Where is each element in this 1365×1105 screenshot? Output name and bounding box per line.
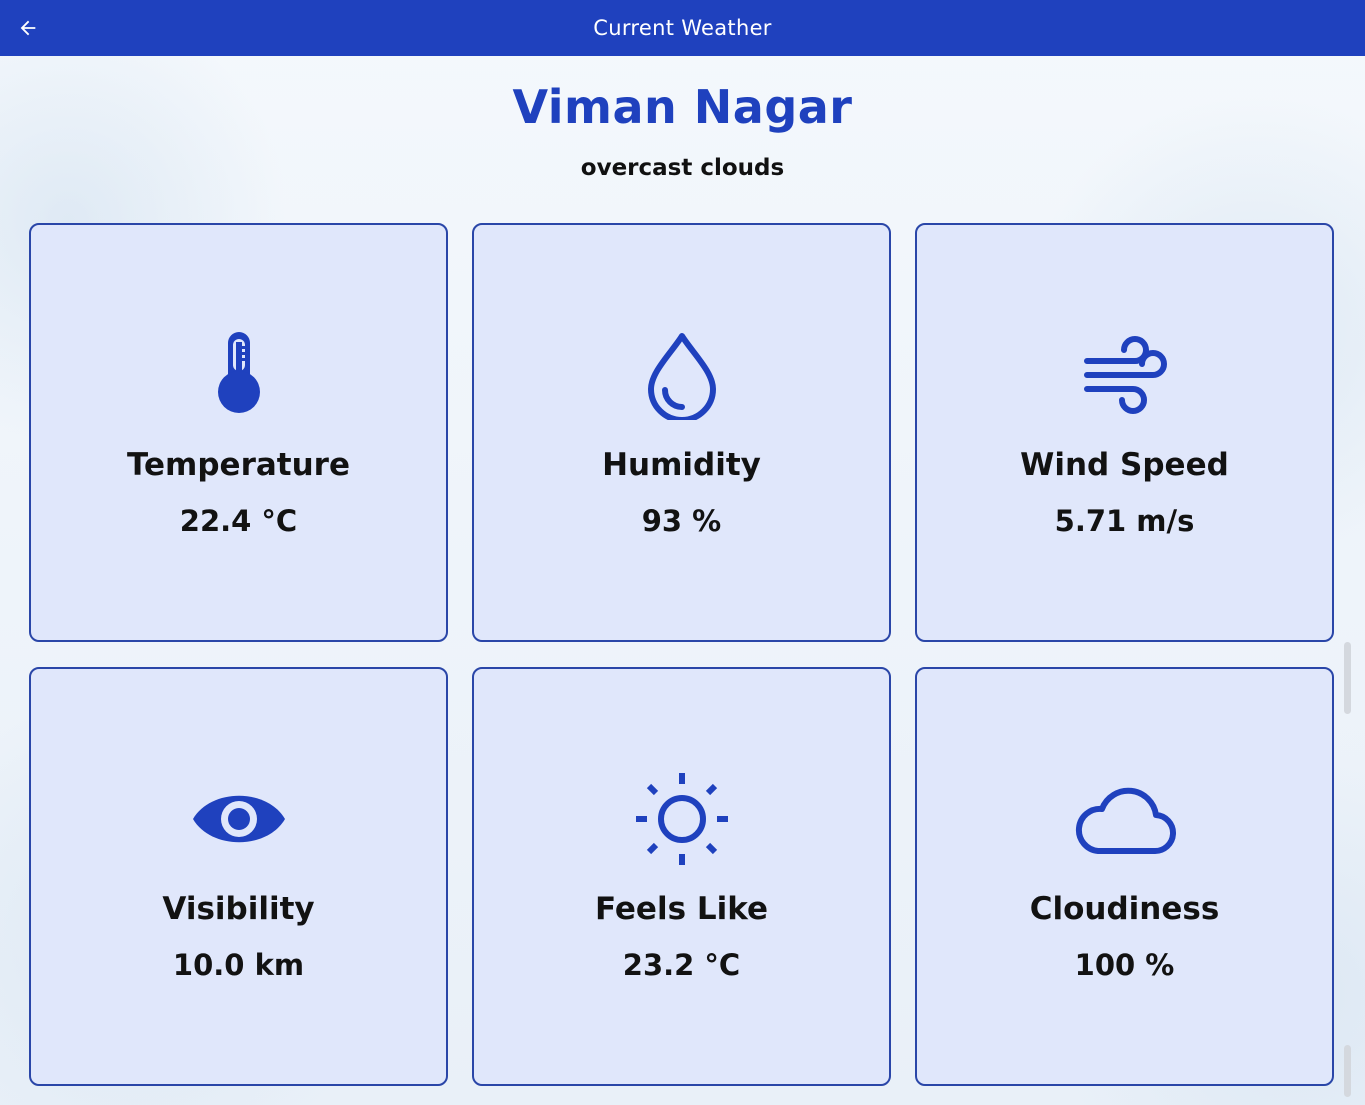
app-bar-title: Current Weather <box>593 16 772 40</box>
card-label: Visibility <box>162 891 315 927</box>
card-value: 22.4 °C <box>179 504 298 538</box>
card-label: Wind Speed <box>1020 447 1229 483</box>
wind-icon <box>917 330 1332 420</box>
city-name: Viman Nagar <box>512 80 853 134</box>
card-value: 93 % <box>641 504 722 538</box>
water-drop-icon <box>474 330 889 420</box>
feels-like-card: Feels Like 23.2 °C <box>472 667 891 1086</box>
humidity-card: Humidity 93 % <box>472 223 891 642</box>
eye-icon <box>31 774 446 864</box>
card-value: 10.0 km <box>172 948 305 982</box>
sun-icon <box>474 773 889 865</box>
scrollbar-track-end[interactable] <box>1344 1045 1351 1097</box>
thermometer-icon <box>31 330 446 420</box>
visibility-card: Visibility 10.0 km <box>29 667 448 1086</box>
card-label: Cloudiness <box>1029 891 1220 927</box>
scrollbar-thumb[interactable] <box>1344 642 1351 714</box>
cloudiness-card: Cloudiness 100 % <box>915 667 1334 1086</box>
cloud-icon <box>917 774 1332 864</box>
app-bar: Current Weather <box>0 0 1365 56</box>
card-label: Temperature <box>127 447 350 483</box>
card-label: Humidity <box>602 447 761 483</box>
wind-speed-card: Wind Speed 5.71 m/s <box>915 223 1334 642</box>
card-label: Feels Like <box>594 891 769 927</box>
weather-condition: overcast clouds <box>580 155 785 181</box>
card-value: 100 % <box>1074 948 1175 982</box>
card-value: 5.71 m/s <box>1054 504 1195 538</box>
temperature-card: Temperature 22.4 °C <box>29 223 448 642</box>
card-value: 23.2 °C <box>622 948 741 982</box>
